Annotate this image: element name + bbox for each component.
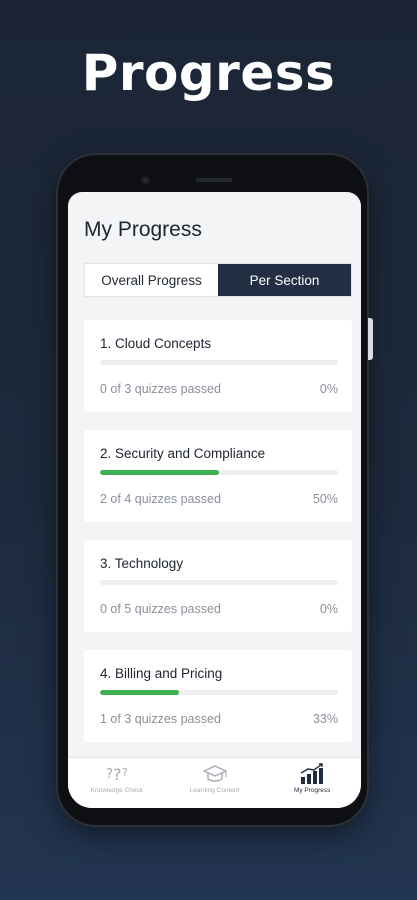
section-title: 4. Billing and Pricing xyxy=(100,666,223,681)
tab-my-progress-label: My Progress xyxy=(293,787,331,794)
phone-side-button xyxy=(368,318,373,360)
app-screen: My Progress Overall Progress Per Section… xyxy=(68,192,361,808)
section-progress-fill xyxy=(100,470,219,475)
section-percent: 33% xyxy=(312,712,338,726)
section-percent: 50% xyxy=(312,492,338,506)
section-progress-track xyxy=(100,470,338,475)
section-quiz-summary: 0 of 5 quizzes passed xyxy=(100,602,221,616)
progress-segmented-control: Overall Progress Per Section xyxy=(84,263,352,297)
earpiece-speaker xyxy=(196,178,232,182)
svg-text:?: ? xyxy=(106,767,113,782)
tab-per-section[interactable]: Per Section xyxy=(218,264,351,296)
tab-learning-content-label: Learning Content xyxy=(189,787,240,794)
question-marks-icon: ? ? ? xyxy=(106,765,128,784)
section-quiz-summary: 0 of 3 quizzes passed xyxy=(100,382,221,396)
section-quiz-summary: 1 of 3 quizzes passed xyxy=(100,712,221,726)
front-camera xyxy=(141,176,150,185)
section-card-security-and-compliance[interactable]: 2. Security and Compliance 2 of 4 quizze… xyxy=(84,430,352,522)
section-percent: 0% xyxy=(319,382,338,396)
bottom-tab-bar: ? ? ? Knowledge Check Learning Content M… xyxy=(68,757,361,808)
section-title: 3. Technology xyxy=(100,556,184,571)
section-card-cloud-concepts[interactable]: 1. Cloud Concepts 0 of 3 quizzes passed … xyxy=(84,320,352,412)
tab-per-section-label: Per Section xyxy=(249,272,320,288)
tab-learning-content[interactable]: Learning Content xyxy=(166,758,264,808)
section-card-technology[interactable]: 3. Technology 0 of 5 quizzes passed 0% xyxy=(84,540,352,632)
section-title: 2. Security and Compliance xyxy=(100,446,266,461)
section-progress-fill xyxy=(100,690,179,695)
tab-my-progress[interactable]: My Progress xyxy=(263,758,361,808)
headline: Progress xyxy=(81,44,336,102)
page-title: My Progress xyxy=(84,218,202,241)
svg-text:?: ? xyxy=(113,765,122,784)
tab-overall-progress-label: Overall Progress xyxy=(101,272,202,288)
section-title: 1. Cloud Concepts xyxy=(100,336,212,351)
svg-text:?: ? xyxy=(122,766,128,779)
section-percent: 0% xyxy=(319,602,338,616)
section-progress-track xyxy=(100,690,338,695)
section-progress-track xyxy=(100,580,338,585)
tab-overall-progress[interactable]: Overall Progress xyxy=(85,264,218,296)
section-quiz-summary: 2 of 4 quizzes passed xyxy=(100,492,221,506)
bar-chart-icon xyxy=(300,763,324,784)
graduation-cap-icon xyxy=(202,765,227,782)
section-progress-track xyxy=(100,360,338,365)
section-card-billing-and-pricing[interactable]: 4. Billing and Pricing 1 of 3 quizzes pa… xyxy=(84,650,352,742)
tab-knowledge-check[interactable]: ? ? ? Knowledge Check xyxy=(68,758,166,808)
tab-knowledge-check-label: Knowledge Check xyxy=(90,787,144,794)
